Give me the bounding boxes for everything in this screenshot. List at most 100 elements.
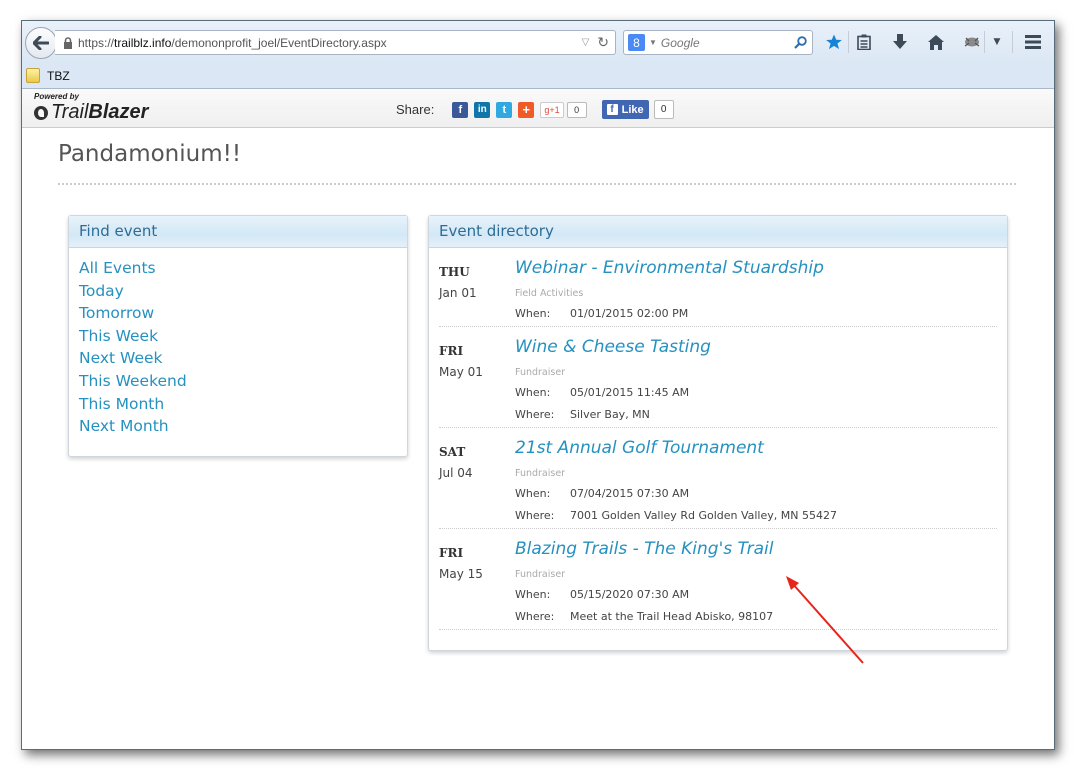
search-placeholder: Google — [660, 35, 700, 50]
event-item: FRI May 15 Blazing Trails - The King's T… — [439, 529, 997, 630]
google-plus-count: 0 — [566, 101, 587, 118]
facebook-icon: f — [606, 104, 618, 115]
event-when-row: When: 05/01/2015 11:45 AM — [515, 386, 689, 399]
event-category: Field Activities — [515, 288, 584, 299]
logo-text-blazer: Blazer — [88, 101, 149, 123]
filter-link-this-month[interactable]: This Month — [79, 393, 407, 416]
event-where-value: Meet at the Trail Head Abisko, 98107 — [570, 610, 774, 623]
filter-link-this-weekend[interactable]: This Weekend — [79, 370, 407, 393]
when-label: When: — [515, 386, 551, 399]
url-bar[interactable]: https://trailblz.info/demononprofit_joel… — [55, 30, 616, 55]
site-header: Powered by Trail Blazer Share: f in t + g… — [22, 89, 1054, 128]
reading-list-icon[interactable] — [854, 32, 874, 52]
event-title-link[interactable]: Webinar - Environmental Stuardship — [515, 258, 824, 278]
event-item: FRI May 01 Wine & Cheese Tasting Fundrai… — [439, 327, 997, 428]
reload-icon[interactable]: ↻ — [597, 34, 609, 51]
facebook-like-label: Like — [621, 103, 644, 116]
extension-icon[interactable] — [962, 32, 982, 52]
toolbar-separator — [1012, 31, 1013, 53]
facebook-like-count: 0 — [653, 100, 674, 119]
url-path: /demononprofit_joel/EventDirectory.aspx — [171, 35, 387, 50]
title-divider — [58, 183, 1016, 185]
lock-icon — [64, 36, 72, 49]
event-when-value: 05/15/2020 07:30 AM — [570, 588, 690, 601]
event-category: Fundraiser — [515, 569, 566, 580]
menu-icon[interactable] — [1023, 32, 1043, 52]
where-label: Where: — [515, 509, 555, 522]
addthis-share-icon[interactable]: + — [518, 101, 535, 118]
event-title-link[interactable]: Wine & Cheese Tasting — [515, 337, 711, 357]
home-icon[interactable] — [926, 32, 946, 52]
filter-link-all-events[interactable]: All Events — [79, 257, 407, 280]
event-date: Jan 01 — [439, 286, 477, 300]
event-where-row: Where: Meet at the Trail Head Abisko, 981… — [515, 610, 773, 623]
folder-icon — [26, 68, 40, 83]
event-when-row: When: 07/04/2015 07:30 AM — [515, 487, 689, 500]
powered-by-label: Powered by — [34, 92, 79, 101]
search-engine-caret-icon[interactable]: ▼ — [649, 38, 657, 47]
event-date: Jul 04 — [439, 466, 473, 480]
find-event-panel: Find event All Events Today Tomorrow Thi… — [68, 215, 408, 457]
filter-link-this-week[interactable]: This Week — [79, 325, 407, 348]
event-date: May 15 — [439, 567, 483, 581]
extension-dropdown-icon[interactable]: ▼ — [987, 32, 1007, 52]
google-plus-one-button[interactable]: g+1 — [540, 101, 564, 118]
toolbar-separator — [984, 31, 985, 53]
event-day-of-week: FRI — [439, 344, 464, 358]
event-date: May 01 — [439, 365, 483, 379]
bookmark-star-icon[interactable] — [824, 32, 844, 52]
event-where-row: Where: 7001 Golden Valley Rd Golden Valle… — [515, 509, 837, 522]
when-label: When: — [515, 588, 551, 601]
event-where-value: Silver Bay, MN — [570, 408, 650, 421]
event-where-row: Where: Silver Bay, MN — [515, 408, 650, 421]
back-button[interactable] — [25, 27, 57, 59]
url-prefix: https:// — [78, 35, 115, 50]
event-title-link[interactable]: Blazing Trails - The King's Trail — [515, 539, 773, 559]
facebook-share-icon[interactable]: f — [452, 101, 469, 118]
filter-link-today[interactable]: Today — [79, 280, 407, 303]
event-when-row: When: 05/15/2020 07:30 AM — [515, 588, 689, 601]
where-label: Where: — [515, 610, 555, 623]
search-bar[interactable]: 8 ▼ Google — [623, 30, 813, 55]
event-title-link[interactable]: 21st Annual Golf Tournament — [515, 438, 764, 458]
event-when-row: When: 01/01/2015 02:00 PM — [515, 307, 688, 320]
event-day-of-week: SAT — [439, 445, 466, 459]
event-day-of-week: FRI — [439, 546, 464, 560]
search-icon[interactable] — [794, 36, 807, 49]
logo-mark-icon — [34, 105, 48, 120]
bookmarks-bar: TBZ — [22, 63, 1054, 89]
navigation-toolbar: https://trailblz.info/demononprofit_joel… — [22, 21, 1054, 63]
linkedin-share-icon[interactable]: in — [474, 101, 491, 118]
download-icon[interactable] — [890, 32, 910, 52]
event-directory-heading: Event directory — [429, 216, 1007, 248]
google-icon[interactable]: 8 — [628, 34, 645, 51]
toolbar-separator — [848, 31, 849, 53]
where-label: Where: — [515, 408, 555, 421]
when-label: When: — [515, 307, 551, 320]
event-category: Fundraiser — [515, 468, 566, 479]
trailblazer-logo[interactable]: Trail Blazer — [34, 101, 148, 124]
url-dropdown-icon[interactable]: ▽ — [582, 37, 590, 48]
event-item: SAT Jul 04 21st Annual Golf Tournament F… — [439, 428, 997, 529]
event-when-value: 05/01/2015 11:45 AM — [570, 386, 690, 399]
event-when-value: 01/01/2015 02:00 PM — [570, 307, 689, 320]
filter-link-tomorrow[interactable]: Tomorrow — [79, 302, 407, 325]
page-title: Pandamonium!! — [58, 141, 242, 167]
logo-text-trail: Trail — [51, 101, 89, 123]
when-label: When: — [515, 487, 551, 500]
back-icon — [33, 36, 49, 50]
twitter-share-icon[interactable]: t — [496, 101, 513, 118]
url-host: trailblz.info — [114, 35, 172, 50]
event-day-of-week: THU — [439, 265, 470, 279]
find-event-list: All Events Today Tomorrow This Week Next… — [69, 248, 407, 438]
event-item: THU Jan 01 Webinar - Environmental Stuar… — [439, 248, 997, 327]
filter-link-next-month[interactable]: Next Month — [79, 415, 407, 438]
facebook-like-button[interactable]: f Like — [601, 100, 649, 119]
share-bar: Share: f in t + g+1 0 f Like 0 — [396, 100, 674, 119]
browser-window: https://trailblz.info/demononprofit_joel… — [21, 20, 1055, 750]
filter-link-next-week[interactable]: Next Week — [79, 347, 407, 370]
event-when-value: 07/04/2015 07:30 AM — [570, 487, 690, 500]
bookmark-tbz[interactable]: TBZ — [47, 69, 70, 83]
event-where-value: 7001 Golden Valley Rd Golden Valley, MN … — [570, 509, 837, 522]
event-category: Fundraiser — [515, 367, 566, 378]
